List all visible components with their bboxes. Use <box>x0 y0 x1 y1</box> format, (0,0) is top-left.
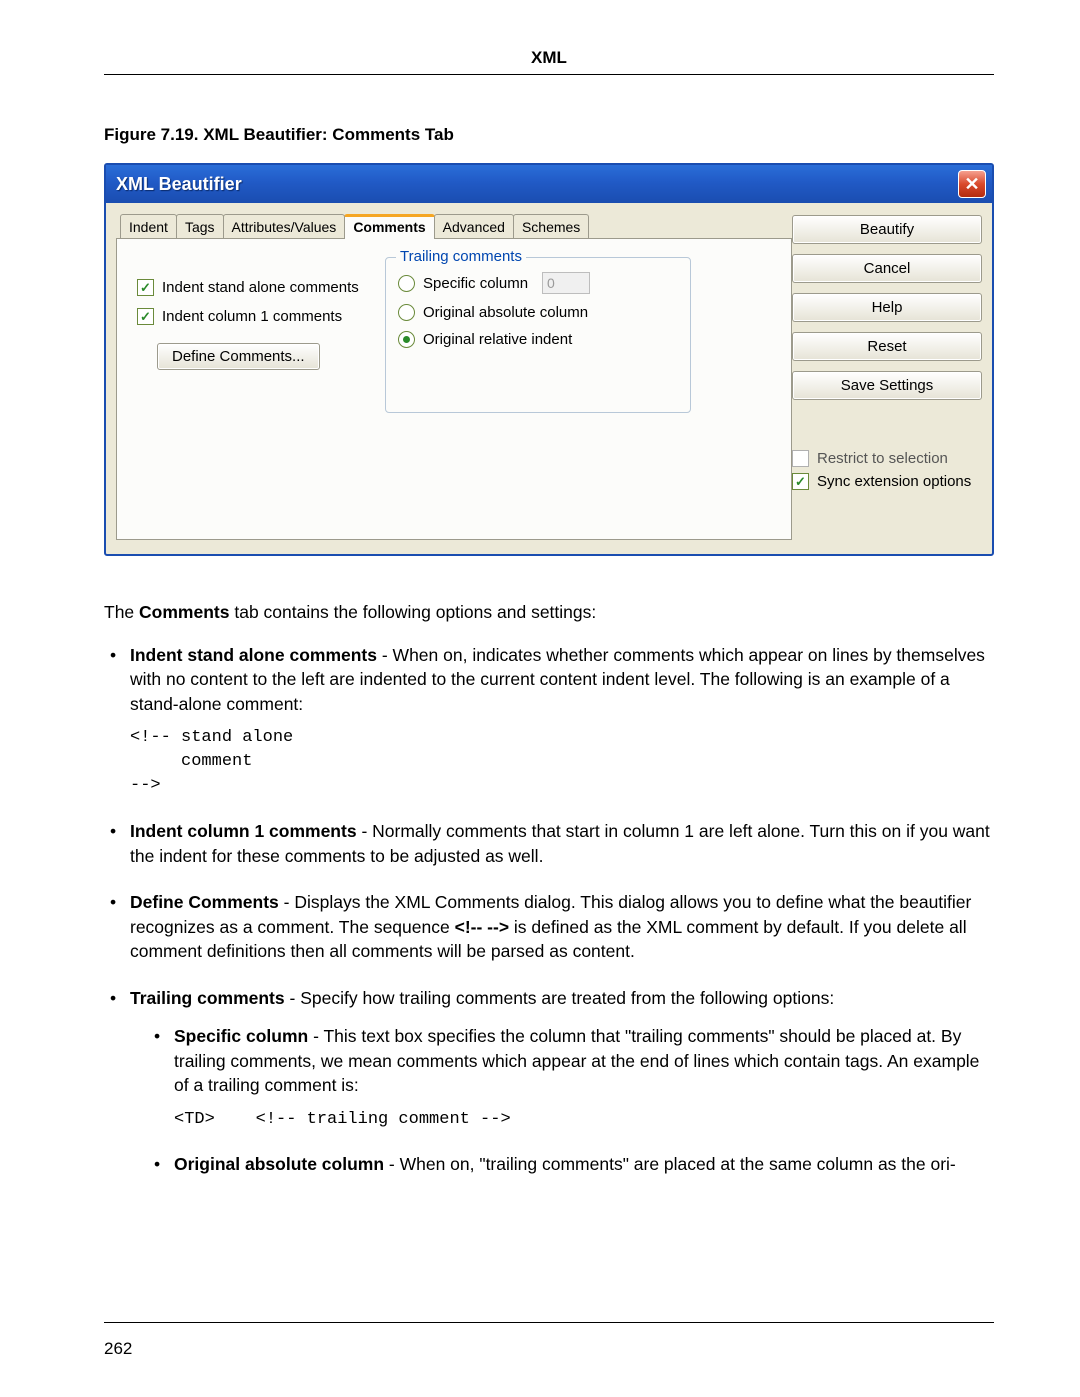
radio-specific-column[interactable]: Specific column <box>398 272 678 294</box>
radio-original-absolute[interactable]: Original absolute column <box>398 304 678 321</box>
define-comments-button[interactable]: Define Comments... <box>157 343 320 370</box>
radio-icon <box>398 275 415 292</box>
code-standalone: <!-- stand alone comment --> <box>130 726 994 797</box>
trailing-comments-group: Trailing comments Specific column Origin… <box>385 257 691 413</box>
checkbox-indent-standalone[interactable]: ✓ Indent stand alone comments <box>137 279 367 296</box>
bullet-indent-standalone: Indent stand alone comments - When on, i… <box>104 643 994 798</box>
check-icon: ✓ <box>792 450 809 467</box>
page-number: 262 <box>104 1339 132 1359</box>
checkbox-indent-col1[interactable]: ✓ Indent column 1 comments <box>137 308 367 325</box>
checkbox-label: Restrict to selection <box>817 450 948 467</box>
tab-schemes[interactable]: Schemes <box>513 214 589 239</box>
cancel-button[interactable]: Cancel <box>792 254 982 283</box>
dialog-title: XML Beautifier <box>116 174 242 195</box>
radio-label: Original relative indent <box>423 331 572 348</box>
checkbox-label: Indent column 1 comments <box>162 308 342 325</box>
tab-advanced[interactable]: Advanced <box>434 214 514 239</box>
figure-caption: Figure 7.19. XML Beautifier: Comments Ta… <box>104 125 994 145</box>
tab-tags[interactable]: Tags <box>176 214 224 239</box>
group-legend: Trailing comments <box>396 248 526 265</box>
radio-icon <box>398 304 415 321</box>
checkbox-label: Sync extension options <box>817 473 971 490</box>
check-icon: ✓ <box>137 279 154 296</box>
page-header: XML <box>104 48 994 68</box>
radio-icon <box>398 331 415 348</box>
save-settings-button[interactable]: Save Settings <box>792 371 982 400</box>
check-icon: ✓ <box>792 473 809 490</box>
radio-original-relative[interactable]: Original relative indent <box>398 331 678 348</box>
checkbox-restrict-selection[interactable]: ✓ Restrict to selection <box>792 450 982 467</box>
xml-beautifier-dialog: XML Beautifier ✕ Indent Tags Attributes/… <box>104 163 994 556</box>
body-text: The Comments tab contains the following … <box>104 600 994 1176</box>
checkbox-sync-extension[interactable]: ✓ Sync extension options <box>792 473 982 490</box>
checkbox-label: Indent stand alone comments <box>162 279 359 296</box>
sub-original-absolute: Original absolute column - When on, "tra… <box>148 1152 994 1177</box>
code-trailing: <TD> <!-- trailing comment --> <box>174 1108 994 1132</box>
close-button[interactable]: ✕ <box>958 170 986 198</box>
header-rule <box>104 74 994 75</box>
beautify-button[interactable]: Beautify <box>792 215 982 244</box>
check-icon: ✓ <box>137 308 154 325</box>
tab-attributes-values[interactable]: Attributes/Values <box>223 214 346 239</box>
titlebar: XML Beautifier ✕ <box>106 165 992 203</box>
specific-column-input[interactable] <box>542 272 590 294</box>
tab-page-comments: ✓ Indent stand alone comments ✓ Indent c… <box>116 238 792 540</box>
tabstrip: Indent Tags Attributes/Values Comments A… <box>120 213 792 238</box>
radio-label: Specific column <box>423 275 528 292</box>
tab-comments[interactable]: Comments <box>344 214 434 239</box>
help-button[interactable]: Help <box>792 293 982 322</box>
bullet-define-comments: Define Comments - Displays the XML Comme… <box>104 890 994 964</box>
footer-rule <box>104 1322 994 1323</box>
reset-button[interactable]: Reset <box>792 332 982 361</box>
bullet-trailing-comments: Trailing comments - Specify how trailing… <box>104 986 994 1176</box>
bullet-indent-col1: Indent column 1 comments - Normally comm… <box>104 819 994 868</box>
tab-indent[interactable]: Indent <box>120 214 177 239</box>
radio-label: Original absolute column <box>423 304 588 321</box>
close-icon: ✕ <box>964 174 979 195</box>
sub-specific-column: Specific column - This text box specifie… <box>148 1024 994 1131</box>
